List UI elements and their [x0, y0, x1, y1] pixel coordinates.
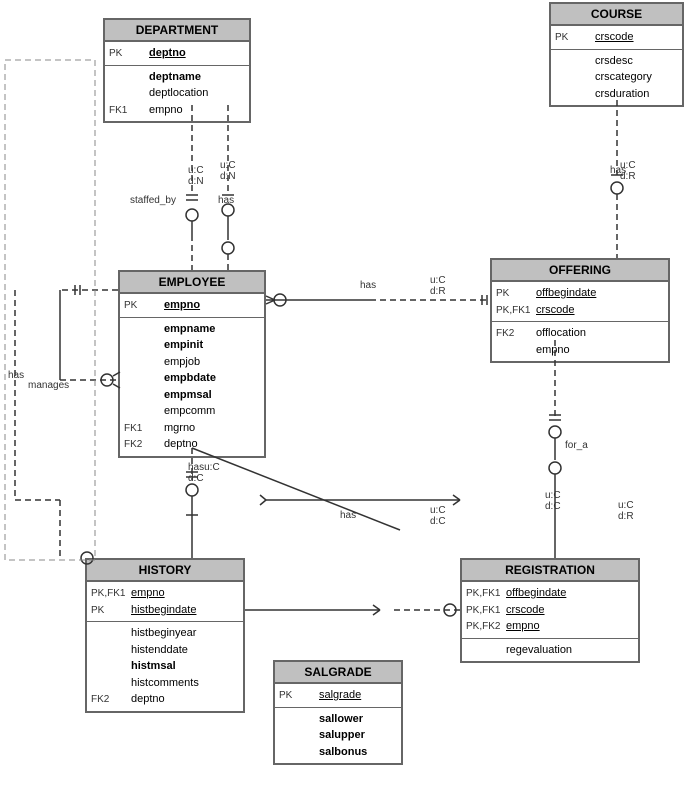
label-uc-dc-hist: u:Cd:C: [545, 490, 561, 512]
salgrade-pk-section: PK salgrade: [275, 684, 401, 708]
label-hasu-dc: hasu:Cd:C: [188, 462, 220, 484]
registration-pk-section: PK,FK1 offbegindate PK,FK1 crscode PK,FK…: [462, 582, 638, 639]
salgrade-attr-section: sallower salupper salbonus: [275, 708, 401, 764]
history-header: HISTORY: [87, 560, 243, 582]
registration-attr-section: regevaluation: [462, 639, 638, 662]
entity-offering: OFFERING PK offbegindate PK,FK1 crscode …: [490, 258, 670, 363]
employee-pk-section: PK empno: [120, 294, 264, 318]
label-has-dept: has: [218, 195, 234, 206]
diagram: DEPARTMENT PK deptno deptname deptlocati…: [0, 0, 690, 803]
history-pk-section: PK,FK1 empno PK histbegindate: [87, 582, 243, 622]
offering-pk-section: PK offbegindate PK,FK1 crscode: [492, 282, 668, 322]
course-attr-section: crsdesc crscategory crsduration: [551, 50, 682, 106]
department-header: DEPARTMENT: [105, 20, 249, 42]
label-for-a: for_a: [565, 440, 588, 451]
offering-header: OFFERING: [492, 260, 668, 282]
entity-registration: REGISTRATION PK,FK1 offbegindate PK,FK1 …: [460, 558, 640, 663]
label-uc-dn-dept: u:Cd:N: [188, 165, 204, 187]
salgrade-header: SALGRADE: [275, 662, 401, 684]
employee-header: EMPLOYEE: [120, 272, 264, 294]
entity-salgrade: SALGRADE PK salgrade sallower salupper s…: [273, 660, 403, 765]
label-uc-dc-reg: u:Cd:C: [430, 505, 446, 527]
label-uc-dr-course: u:Cd:R: [620, 160, 636, 182]
entity-course: COURSE PK crscode crsdesc crscategory cr…: [549, 2, 684, 107]
department-pk-section: PK deptno: [105, 42, 249, 66]
offering-attr-section: FK2 offlocation empno: [492, 322, 668, 361]
label-manages: manages: [28, 380, 69, 391]
entity-department: DEPARTMENT PK deptno deptname deptlocati…: [103, 18, 251, 123]
entity-employee: EMPLOYEE PK empno empname empinit empjob: [118, 270, 266, 458]
label-has-history: has: [340, 510, 356, 521]
course-header: COURSE: [551, 4, 682, 26]
department-attr-section: deptname deptlocation FK1 empno: [105, 66, 249, 122]
label-has-emp-offering: has: [360, 280, 376, 291]
course-pk-section: PK crscode: [551, 26, 682, 50]
label-has-left: has: [8, 370, 24, 381]
label-uc-dr-offering: u:Cd:R: [430, 275, 446, 297]
entity-history: HISTORY PK,FK1 empno PK histbegindate hi…: [85, 558, 245, 713]
history-attr-section: histbeginyear histenddate histmsal histc…: [87, 622, 243, 711]
employee-attr-section: empname empinit empjob empbdate empmsal …: [120, 318, 264, 456]
label-uc-dn-emp: u:Cd:N: [220, 160, 236, 182]
label-staffed-by: staffed_by: [130, 195, 176, 206]
label-uc-dr-reg: u:Cd:R: [618, 500, 634, 522]
registration-header: REGISTRATION: [462, 560, 638, 582]
